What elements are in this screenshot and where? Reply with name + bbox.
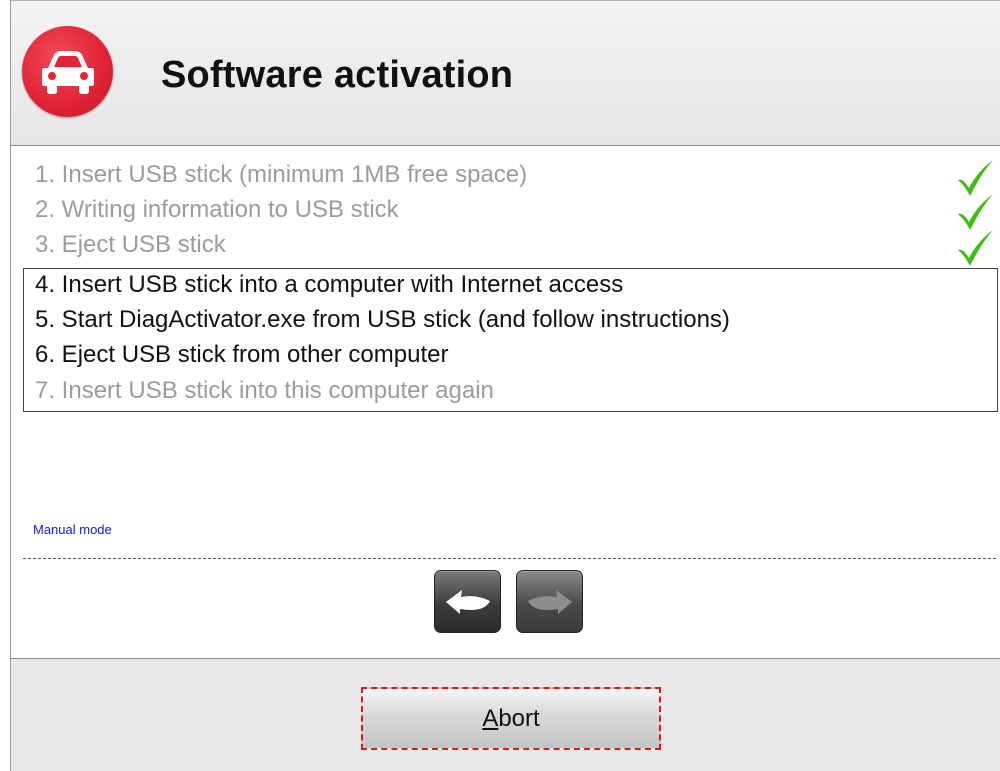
footer-bar: Abort [11,658,1000,771]
step-3: 3. Eject USB stick [35,231,226,258]
header-bar: Software activation [11,0,1000,146]
step-4: 4. Insert USB stick into a computer with… [35,271,624,298]
activation-window: Software activation 1. Insert USB stick … [10,0,1000,771]
step-2: 2. Writing information to USB stick [35,196,399,223]
step-5: 5. Start DiagActivator.exe from USB stic… [35,306,730,333]
step-6: 6. Eject USB stick from other computer [35,341,449,368]
abort-accesskey: A [482,705,499,732]
page-title: Software activation [161,54,514,96]
back-arrow-icon [446,590,490,614]
forward-button[interactable] [516,570,583,633]
abort-label: bort [498,705,540,732]
step-7: 7. Insert USB stick into this computer a… [35,377,494,404]
car-icon [22,26,113,117]
checkmark-icon [958,194,993,230]
back-button[interactable] [434,570,501,633]
dashed-divider [23,558,996,559]
forward-arrow-icon [528,590,572,614]
abort-button[interactable]: Abort [361,687,661,750]
manual-mode-link[interactable]: Manual mode [33,522,112,537]
steps-panel: 1. Insert USB stick (minimum 1MB free sp… [11,146,1000,658]
checkmark-icon [958,230,993,266]
step-1: 1. Insert USB stick (minimum 1MB free sp… [35,161,528,188]
